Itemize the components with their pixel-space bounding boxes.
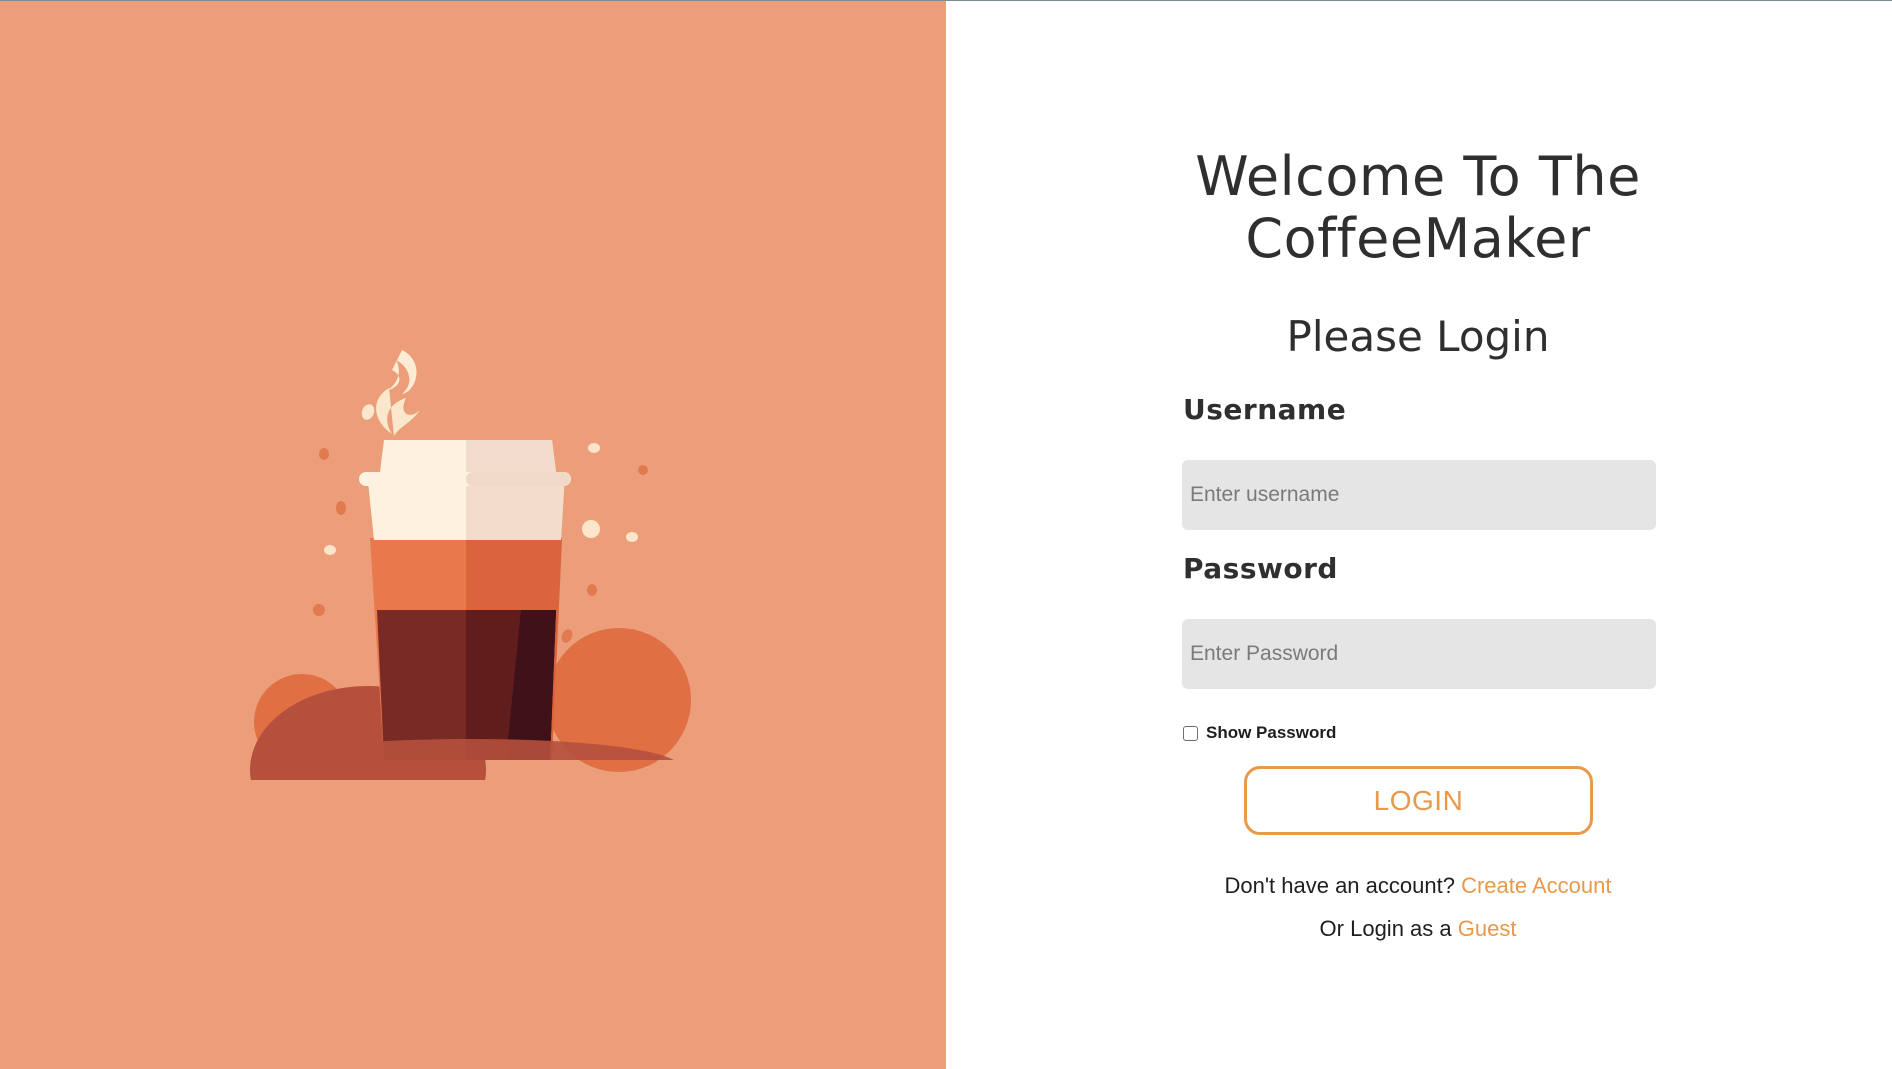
guest-prompt-text: Or Login as a: [1319, 916, 1452, 941]
coffee-cup-illustration: [250, 350, 691, 780]
signup-prompt-line: Don't have an account? Create Account: [1183, 873, 1653, 899]
show-password-label[interactable]: Show Password: [1206, 723, 1336, 743]
show-password-checkbox[interactable]: [1183, 725, 1198, 741]
page-title: Welcome To The CoffeeMaker: [1195, 145, 1641, 270]
signup-prompt-text: Don't have an account?: [1224, 873, 1455, 898]
show-password-toggle[interactable]: Show Password: [1183, 721, 1336, 745]
login-subtitle: Please Login: [1286, 312, 1550, 361]
guest-login-link[interactable]: Guest: [1458, 916, 1517, 941]
password-input[interactable]: [1182, 619, 1656, 689]
username-input[interactable]: [1182, 460, 1656, 530]
password-label: Password: [1183, 552, 1338, 585]
steam-icon: [382, 350, 417, 394]
window-top-border: [0, 0, 1892, 1]
login-button[interactable]: LOGIN: [1244, 766, 1593, 835]
login-page: Welcome To The CoffeeMaker Please Login …: [0, 0, 1892, 1069]
hero-panel: [0, 0, 946, 1069]
guest-prompt-line: Or Login as a Guest: [1183, 916, 1653, 942]
create-account-link[interactable]: Create Account: [1461, 873, 1611, 898]
username-label: Username: [1183, 393, 1347, 426]
